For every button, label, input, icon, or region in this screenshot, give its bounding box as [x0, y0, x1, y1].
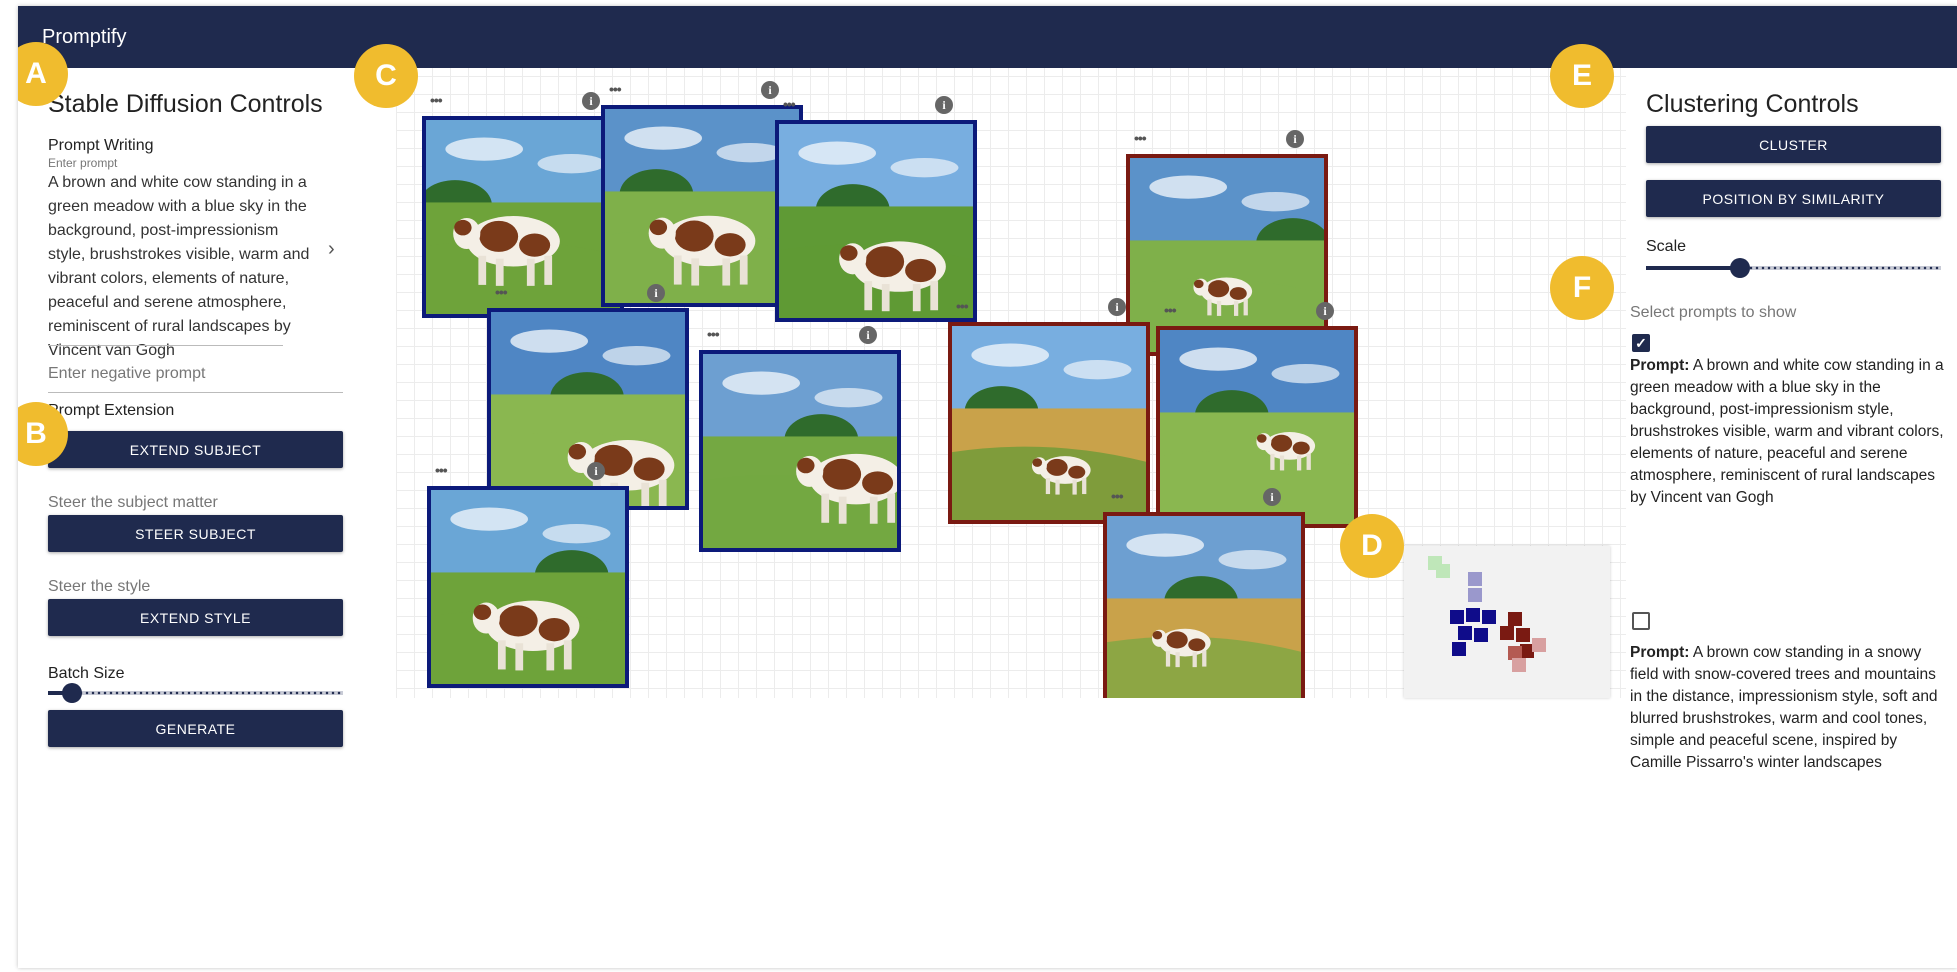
info-icon[interactable]: i — [1316, 302, 1334, 320]
minimap-point — [1516, 628, 1530, 642]
steer-subject-caption: Steer the subject matter — [48, 494, 218, 511]
image-card[interactable] — [699, 350, 901, 552]
extend-style-button[interactable]: EXTEND STYLE — [48, 599, 343, 636]
app-window: Promptify Stable Diffusion Controls Prom… — [18, 6, 1957, 968]
negative-prompt-input[interactable]: Enter negative prompt — [48, 365, 205, 383]
info-icon[interactable]: i — [1108, 298, 1126, 316]
minimap-point — [1466, 608, 1480, 622]
more-options-icon[interactable]: ••• — [1111, 488, 1124, 504]
negative-prompt-underline — [48, 392, 343, 393]
prompt-item-1: Prompt: A brown and white cow standing i… — [1630, 355, 1950, 509]
image-card[interactable] — [1103, 512, 1305, 698]
stable-diffusion-panel: Stable Diffusion Controls Prompt Writing… — [18, 68, 378, 968]
more-options-icon[interactable]: ••• — [956, 298, 969, 314]
minimap-point — [1512, 658, 1526, 672]
clustering-panel: Clustering Controls CLUSTER POSITION BY … — [1626, 68, 1957, 968]
prompt-placeholder-label: Enter prompt — [48, 156, 118, 170]
image-card[interactable] — [487, 308, 689, 510]
annotation-badge-e: E — [1550, 44, 1614, 108]
prompt-text: A brown cow standing in a snowy field wi… — [1630, 644, 1938, 771]
batch-size-track — [48, 691, 343, 695]
minimap-point — [1500, 626, 1514, 640]
minimap-point — [1474, 628, 1488, 642]
image-card[interactable] — [1156, 326, 1358, 528]
prompt-prefix: Prompt: — [1630, 644, 1690, 661]
minimap-point — [1532, 638, 1546, 652]
more-options-icon[interactable]: ••• — [783, 96, 796, 112]
prompt-checkbox-1[interactable]: ✓ — [1632, 334, 1650, 352]
more-options-icon[interactable]: ••• — [430, 92, 443, 108]
scale-label: Scale — [1646, 238, 1687, 255]
info-icon[interactable]: i — [859, 326, 877, 344]
cluster-button[interactable]: CLUSTER — [1646, 126, 1941, 163]
prompt-writing-label: Prompt Writing — [48, 137, 154, 154]
more-options-icon[interactable]: ••• — [435, 462, 448, 478]
minimap[interactable] — [1404, 546, 1610, 698]
image-card[interactable] — [775, 120, 977, 322]
minimap-point — [1482, 610, 1496, 624]
top-bar: Promptify — [18, 6, 1957, 68]
minimap-point — [1458, 626, 1472, 640]
image-card[interactable] — [427, 486, 629, 688]
scale-fill — [1646, 266, 1741, 270]
minimap-point — [1436, 564, 1450, 578]
image-card[interactable] — [422, 116, 624, 318]
panel-title: Stable Diffusion Controls — [48, 90, 323, 118]
steer-subject-button[interactable]: STEER SUBJECT — [48, 515, 343, 552]
more-options-icon[interactable]: ••• — [1134, 130, 1147, 146]
position-by-similarity-button[interactable]: POSITION BY SIMILARITY — [1646, 180, 1941, 217]
minimap-point — [1452, 642, 1466, 656]
more-options-icon[interactable]: ••• — [1164, 302, 1177, 318]
select-prompts-label: Select prompts to show — [1630, 304, 1797, 321]
batch-size-thumb[interactable] — [61, 683, 82, 703]
minimap-point — [1468, 588, 1482, 602]
prompt-prefix: Prompt: — [1630, 357, 1690, 374]
info-icon[interactable]: i — [761, 81, 779, 99]
minimap-point — [1450, 610, 1464, 624]
info-icon[interactable]: i — [935, 96, 953, 114]
info-icon[interactable]: i — [1263, 488, 1281, 506]
extend-subject-button[interactable]: EXTEND SUBJECT — [48, 431, 343, 468]
prompt-input[interactable]: A brown and white cow standing in a gree… — [48, 171, 318, 363]
steer-style-caption: Steer the style — [48, 578, 151, 595]
generate-button[interactable]: GENERATE — [48, 710, 343, 747]
info-icon[interactable]: i — [587, 462, 605, 480]
prompt-underline — [48, 345, 283, 346]
prompt-item-2: Prompt: A brown cow standing in a snowy … — [1630, 642, 1950, 774]
annotation-badge-d: D — [1340, 514, 1404, 578]
minimap-point — [1508, 612, 1522, 626]
minimap-point — [1468, 572, 1482, 586]
more-options-icon[interactable]: ••• — [495, 284, 508, 300]
scale-thumb[interactable] — [1730, 258, 1751, 278]
annotation-badge-c: C — [354, 44, 418, 108]
chevron-right-icon[interactable]: › — [328, 238, 335, 261]
more-options-icon[interactable]: ••• — [609, 81, 622, 97]
info-icon[interactable]: i — [647, 284, 665, 302]
prompt-checkbox-2[interactable] — [1632, 612, 1650, 630]
app-title: Promptify — [42, 26, 127, 48]
batch-size-label: Batch Size — [48, 665, 125, 682]
annotation-badge-f: F — [1550, 256, 1614, 320]
info-icon[interactable]: i — [1286, 130, 1304, 148]
more-options-icon[interactable]: ••• — [707, 326, 720, 342]
panel-title: Clustering Controls — [1646, 90, 1859, 118]
image-card[interactable] — [601, 105, 803, 307]
prompt-text: A brown and white cow standing in a gree… — [1630, 357, 1944, 506]
info-icon[interactable]: i — [582, 92, 600, 110]
prompt-extension-label: Prompt Extension — [48, 402, 175, 419]
